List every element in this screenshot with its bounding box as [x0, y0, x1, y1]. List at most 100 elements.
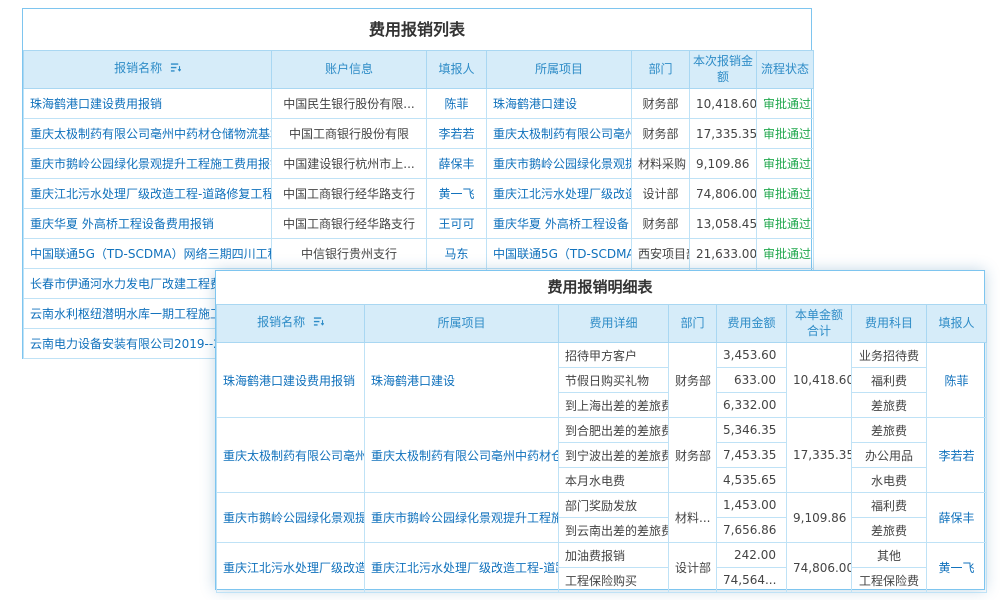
cell-report-name[interactable]: 重庆江北污水处理厂级改造工程-道路修复工程费用... — [24, 179, 272, 209]
cell-total-amount: 74,806.00 — [787, 543, 852, 593]
cell-amount: 10,418.60 — [690, 89, 757, 119]
cell-account: 中信银行贵州支行 — [272, 239, 427, 269]
cell-reporter[interactable]: 马东 — [427, 239, 487, 269]
cell-expense-amount: 4,535.65 — [717, 468, 787, 493]
table-row: 重庆江北污水处理厂级改造工程-道路修复工程费用... 中国工商银行经华路支行 黄… — [24, 179, 814, 209]
cell-status[interactable]: 审批通过 — [757, 179, 814, 209]
cell-reporter[interactable]: 李若若 — [927, 418, 987, 493]
col-header-reporter: 填报人 — [927, 305, 987, 343]
cell-status[interactable]: 审批通过 — [757, 149, 814, 179]
expense-detail-panel: 费用报销明细表 报销名称 所属项目 费用详细 部门 费用金额 本单金额合计 费用… — [215, 270, 985, 590]
detail-header-row: 报销名称 所属项目 费用详细 部门 费用金额 本单金额合计 费用科目 填报人 — [217, 305, 987, 343]
cell-account: 中国工商银行经华路支行 — [272, 179, 427, 209]
cell-amount: 74,806.00 — [690, 179, 757, 209]
cell-category: 办公用品 — [852, 443, 927, 468]
cell-reporter[interactable]: 黄一飞 — [427, 179, 487, 209]
col-header-dept: 部门 — [632, 51, 690, 89]
cell-reporter[interactable]: 李若若 — [427, 119, 487, 149]
cell-project[interactable]: 重庆华夏 外高桥工程设备 — [487, 209, 632, 239]
cell-dept: 材料... — [669, 493, 717, 543]
table-row: 重庆市鹅岭公园绿化景观提升工程施工费用报销 中国建设银行杭州市上... 薛保丰 … — [24, 149, 814, 179]
cell-dept: 财务部 — [669, 343, 717, 418]
cell-report-name[interactable]: 重庆华夏 外高桥工程设备费用报销 — [24, 209, 272, 239]
cell-expense-detail: 节假日购买礼物 — [559, 368, 669, 393]
col-header-report-name-label: 报销名称 — [114, 61, 162, 75]
cell-report-name[interactable]: 中国联通5G（TD-SCDMA）网络三期四川工程费... — [24, 239, 272, 269]
cell-account: 中国建设银行杭州市上... — [272, 149, 427, 179]
cell-project[interactable]: 重庆市鹅岭公园绿化景观提升... — [487, 149, 632, 179]
cell-reporter[interactable]: 黄一飞 — [927, 543, 987, 593]
table-row: 重庆太极制药有限公司亳州中药材... 重庆太极制药有限公司亳州中药材仓储物流..… — [217, 418, 987, 443]
detail-table-title: 费用报销明细表 — [216, 271, 984, 304]
cell-project[interactable]: 珠海鹤港口建设 — [365, 343, 559, 418]
cell-dept: 财务部 — [632, 209, 690, 239]
cell-amount: 17,335.35 — [690, 119, 757, 149]
cell-status[interactable]: 审批通过 — [757, 209, 814, 239]
cell-dept: 材料采购 — [632, 149, 690, 179]
col-header-report-name-label: 报销名称 — [257, 315, 305, 329]
expense-detail-table: 报销名称 所属项目 费用详细 部门 费用金额 本单金额合计 费用科目 填报人 珠… — [216, 304, 987, 593]
cell-status[interactable]: 审批通过 — [757, 119, 814, 149]
cell-account: 中国工商银行股份有限 — [272, 119, 427, 149]
cell-amount: 13,058.45 — [690, 209, 757, 239]
table-row: 重庆江北污水处理厂级改造工程-... 重庆江北污水处理厂级改造工程-道路修复工.… — [217, 543, 987, 568]
cell-expense-amount: 1,453.00 — [717, 493, 787, 518]
cell-report-name[interactable]: 珠海鹤港口建设费用报销 — [217, 343, 365, 418]
cell-category: 福利费 — [852, 493, 927, 518]
cell-expense-amount: 633.00 — [717, 368, 787, 393]
cell-report-name[interactable]: 重庆江北污水处理厂级改造工程-... — [217, 543, 365, 593]
cell-project[interactable]: 珠海鹤港口建设 — [487, 89, 632, 119]
cell-reporter[interactable]: 陈菲 — [427, 89, 487, 119]
cell-project[interactable]: 重庆市鹅岭公园绿化景观提升工程施工 — [365, 493, 559, 543]
col-header-expense-amount: 费用金额 — [717, 305, 787, 343]
cell-expense-detail: 部门奖励发放 — [559, 493, 669, 518]
cell-project[interactable]: 重庆江北污水处理厂级改造工... — [487, 179, 632, 209]
cell-reporter[interactable]: 陈菲 — [927, 343, 987, 418]
col-header-total-amount: 本单金额合计 — [787, 305, 852, 343]
cell-report-name[interactable]: 重庆市鹅岭公园绿化景观提升工程施工费用报销 — [24, 149, 272, 179]
cell-expense-amount: 7,453.35 — [717, 443, 787, 468]
cell-dept: 西安项目部 — [632, 239, 690, 269]
cell-expense-detail: 到云南出差的差旅费 — [559, 518, 669, 543]
col-header-project: 所属项目 — [487, 51, 632, 89]
col-header-report-name[interactable]: 报销名称 — [217, 305, 365, 343]
cell-project[interactable]: 重庆太极制药有限公司亳州中药材仓储物流... — [365, 418, 559, 493]
col-header-expense-detail: 费用详细 — [559, 305, 669, 343]
cell-expense-amount: 7,656.86 — [717, 518, 787, 543]
table-row: 珠海鹤港口建设费用报销 珠海鹤港口建设 招待甲方客户 财务部 3,453.60 … — [217, 343, 987, 368]
col-header-category: 费用科目 — [852, 305, 927, 343]
cell-expense-detail: 到上海出差的差旅费 — [559, 393, 669, 418]
cell-category: 水电费 — [852, 468, 927, 493]
list-header-row: 报销名称 账户信息 填报人 所属项目 部门 本次报销金额 流程状态 — [24, 51, 814, 89]
col-header-status: 流程状态 — [757, 51, 814, 89]
cell-amount: 9,109.86 — [690, 149, 757, 179]
cell-category: 其他 — [852, 543, 927, 568]
cell-expense-amount: 3,453.60 — [717, 343, 787, 368]
cell-reporter[interactable]: 薛保丰 — [427, 149, 487, 179]
cell-total-amount: 9,109.86 — [787, 493, 852, 543]
cell-report-name[interactable]: 珠海鹤港口建设费用报销 — [24, 89, 272, 119]
cell-reporter[interactable]: 薛保丰 — [927, 493, 987, 543]
cell-category: 差旅费 — [852, 393, 927, 418]
cell-expense-detail: 到宁波出差的差旅费 — [559, 443, 669, 468]
cell-total-amount: 10,418.60 — [787, 343, 852, 418]
cell-project[interactable]: 中国联通5G（TD-SCDMA）网... — [487, 239, 632, 269]
cell-expense-detail: 工程保险购买 — [559, 568, 669, 593]
col-header-report-name[interactable]: 报销名称 — [24, 51, 272, 89]
cell-report-name[interactable]: 重庆太极制药有限公司亳州中药材仓储物流基地项... — [24, 119, 272, 149]
cell-category: 业务招待费 — [852, 343, 927, 368]
table-row: 中国联通5G（TD-SCDMA）网络三期四川工程费... 中信银行贵州支行 马东… — [24, 239, 814, 269]
col-header-reporter: 填报人 — [427, 51, 487, 89]
cell-reporter[interactable]: 王可可 — [427, 209, 487, 239]
cell-expense-amount: 6,332.00 — [717, 393, 787, 418]
cell-project[interactable]: 重庆太极制药有限公司亳州中... — [487, 119, 632, 149]
sort-icon[interactable] — [170, 62, 181, 78]
cell-status[interactable]: 审批通过 — [757, 239, 814, 269]
sort-icon[interactable] — [313, 316, 324, 332]
cell-report-name[interactable]: 重庆市鹅岭公园绿化景观提升工程... — [217, 493, 365, 543]
cell-expense-amount: 74,564... — [717, 568, 787, 593]
table-row: 重庆华夏 外高桥工程设备费用报销 中国工商银行经华路支行 王可可 重庆华夏 外高… — [24, 209, 814, 239]
cell-project[interactable]: 重庆江北污水处理厂级改造工程-道路修复工... — [365, 543, 559, 593]
cell-report-name[interactable]: 重庆太极制药有限公司亳州中药材... — [217, 418, 365, 493]
cell-status[interactable]: 审批通过 — [757, 89, 814, 119]
